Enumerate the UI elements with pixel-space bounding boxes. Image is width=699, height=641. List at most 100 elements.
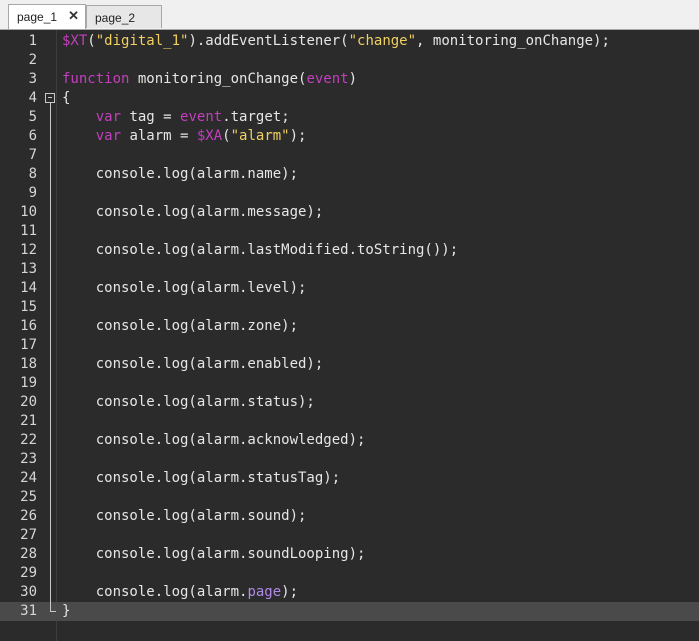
- code-line[interactable]: 7: [0, 146, 699, 165]
- code-text: console.log(alarm.lastModified.toString(…: [62, 241, 458, 260]
- line-number: 6: [28, 128, 37, 144]
- code-text: console.log(alarm.statusTag);: [62, 469, 340, 488]
- code-line[interactable]: 9: [0, 184, 699, 203]
- code-text: function monitoring_onChange(event): [62, 70, 357, 89]
- code-token: console.log(alarm.message);: [62, 204, 324, 220]
- code-token: "change": [348, 33, 417, 49]
- code-line[interactable]: 3 function monitoring_onChange(event): [0, 70, 699, 89]
- fold-range-line: [50, 103, 51, 611]
- code-text: $XT("digital_1").addEventListener("chang…: [62, 32, 610, 51]
- code-text: console.log(alarm.acknowledged);: [62, 431, 366, 450]
- fold-collapse-icon[interactable]: [45, 93, 55, 103]
- code-line[interactable]: 6 var alarm = $XA("alarm");: [0, 127, 699, 146]
- code-line[interactable]: 16 console.log(alarm.zone);: [0, 317, 699, 336]
- code-line[interactable]: 25: [0, 488, 699, 507]
- code-token: alarm =: [121, 128, 197, 144]
- code-token: console.log(alarm.statusTag);: [62, 470, 341, 486]
- line-number: 26: [20, 508, 37, 524]
- code-token: console.log(alarm.lastModified.toString(…: [62, 242, 459, 258]
- code-line[interactable]: 4{: [0, 89, 699, 108]
- line-number: 3: [28, 71, 37, 87]
- line-number: 21: [20, 413, 37, 429]
- code-line[interactable]: 2: [0, 51, 699, 70]
- code-line[interactable]: 31}: [0, 602, 699, 621]
- line-number: 7: [28, 147, 37, 163]
- code-token: {: [62, 90, 71, 106]
- code-token: );: [289, 128, 307, 144]
- code-line[interactable]: 22 console.log(alarm.acknowledged);: [0, 431, 699, 450]
- code-line[interactable]: 13: [0, 260, 699, 279]
- code-line[interactable]: 30 console.log(alarm.page);: [0, 583, 699, 602]
- code-token: (: [222, 128, 231, 144]
- code-text: console.log(alarm.level);: [62, 279, 307, 298]
- code-line[interactable]: 15: [0, 298, 699, 317]
- code-text: console.log(alarm.sound);: [62, 507, 307, 526]
- line-number: 14: [20, 280, 37, 296]
- code-token: event: [306, 71, 349, 87]
- line-number: 18: [20, 356, 37, 372]
- code-line[interactable]: 12 console.log(alarm.lastModified.toStri…: [0, 241, 699, 260]
- code-token: console.log(alarm.: [62, 584, 248, 600]
- code-token: page: [247, 584, 282, 600]
- code-token: function: [62, 71, 130, 87]
- line-number: 25: [20, 489, 37, 505]
- code-token: var: [95, 128, 122, 144]
- line-number: 30: [20, 584, 37, 600]
- tab-page-1[interactable]: page_1 ✕: [8, 4, 86, 29]
- code-text: console.log(alarm.name);: [62, 165, 298, 184]
- code-token: console.log(alarm.status);: [62, 394, 315, 410]
- line-number: 20: [20, 394, 37, 410]
- code-line[interactable]: 28 console.log(alarm.soundLooping);: [0, 545, 699, 564]
- code-token: , monitoring_onChange);: [416, 33, 610, 49]
- code-editor[interactable]: 1 $XT("digital_1").addEventListener("chan…: [0, 30, 699, 641]
- code-line[interactable]: 11: [0, 222, 699, 241]
- code-line[interactable]: 21: [0, 412, 699, 431]
- code-line[interactable]: 17: [0, 336, 699, 355]
- code-line[interactable]: 29: [0, 564, 699, 583]
- code-token: console.log(alarm.zone);: [62, 318, 299, 334]
- code-line[interactable]: 24 console.log(alarm.statusTag);: [0, 469, 699, 488]
- code-text: var tag = event.target;: [62, 108, 290, 127]
- code-token: monitoring_onChange(: [129, 71, 307, 87]
- line-number: 2: [28, 52, 37, 68]
- line-number: 27: [20, 527, 37, 543]
- code-line[interactable]: 26 console.log(alarm.sound);: [0, 507, 699, 526]
- tab-bar: page_1 ✕ page_2: [0, 0, 699, 30]
- code-line[interactable]: 20 console.log(alarm.status);: [0, 393, 699, 412]
- line-number: 10: [20, 204, 37, 220]
- code-token: "digital_1": [95, 33, 189, 49]
- code-line[interactable]: 5 var tag = event.target;: [0, 108, 699, 127]
- code-token: console.log(alarm.acknowledged);: [62, 432, 366, 448]
- tab-page-2[interactable]: page_2: [86, 5, 162, 28]
- code-token: console.log(alarm.name);: [62, 166, 299, 182]
- line-number: 8: [28, 166, 37, 182]
- code-text: console.log(alarm.soundLooping);: [62, 545, 366, 564]
- code-line[interactable]: 27: [0, 526, 699, 545]
- line-number: 9: [28, 185, 37, 201]
- code-line[interactable]: 1 $XT("digital_1").addEventListener("chan…: [0, 32, 699, 51]
- line-number: 29: [20, 565, 37, 581]
- line-number: 22: [20, 432, 37, 448]
- code-line[interactable]: 23: [0, 450, 699, 469]
- code-text: }: [62, 602, 70, 621]
- code-line[interactable]: 8 console.log(alarm.name);: [0, 165, 699, 184]
- code-token: $XT: [62, 33, 88, 49]
- close-icon[interactable]: ✕: [68, 8, 79, 24]
- code-line[interactable]: 14 console.log(alarm.level);: [0, 279, 699, 298]
- code-token: "alarm": [230, 128, 290, 144]
- code-token: console.log(alarm.sound);: [62, 508, 307, 524]
- code-token: ): [348, 71, 358, 87]
- line-number: 12: [20, 242, 37, 258]
- code-token: ).addEventListener(: [188, 33, 349, 49]
- code-text: console.log(alarm.message);: [62, 203, 324, 222]
- code-line[interactable]: 18 console.log(alarm.enabled);: [0, 355, 699, 374]
- code-token: );: [281, 584, 299, 600]
- line-number: 28: [20, 546, 37, 562]
- code-token: .target;: [222, 109, 290, 125]
- line-number: 16: [20, 318, 37, 334]
- tab-label: page_2: [95, 11, 136, 25]
- code-line[interactable]: 10 console.log(alarm.message);: [0, 203, 699, 222]
- code-line[interactable]: 19: [0, 374, 699, 393]
